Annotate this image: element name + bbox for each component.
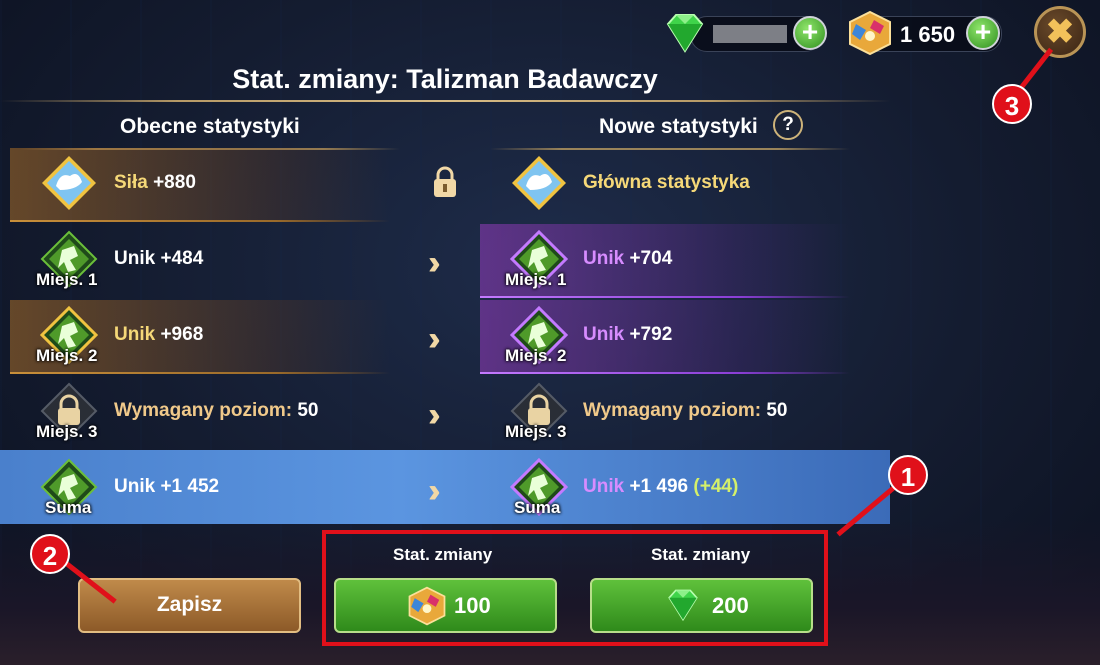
main-stat-icon — [512, 156, 566, 210]
double-arrow-icon: ›› — [428, 320, 440, 358]
slot-label: Miejs. 1 — [36, 270, 98, 289]
callout-badge-2: 2 — [30, 534, 70, 574]
title-divider — [0, 100, 890, 102]
double-arrow-icon: ›› — [428, 244, 440, 282]
reroll-gem-label: Stat. zmiany — [651, 545, 751, 564]
stat-name: Unik — [583, 248, 625, 269]
stat-name: Główna statystyka — [583, 172, 750, 193]
slot-label: Suma — [514, 498, 561, 517]
current-stat: Unik +968 — [114, 324, 203, 346]
double-arrow-icon: ›› — [428, 472, 440, 510]
slot-label: Suma — [45, 498, 92, 517]
gem-balance: + — [690, 16, 827, 52]
stat-value: +968 — [155, 324, 204, 345]
stat-name: Unik — [114, 476, 156, 497]
stat-row-slot-1: Miejs. 1 Unik +484 ›› Miejs. 1 Unik +704 — [0, 224, 890, 298]
double-arrow-icon: ›› — [428, 396, 440, 434]
stat-name: Unik — [583, 476, 625, 497]
stat-value: +704 — [624, 248, 673, 269]
stat-value: 50 — [761, 400, 788, 421]
gem-icon — [666, 14, 704, 53]
stat-value: +792 — [624, 324, 673, 345]
stat-name: Wymagany poziom: — [114, 400, 293, 421]
reroll-gold-label: Stat. zmiany — [393, 545, 493, 564]
stat-row-main: Siła +880 Główna statystyka — [0, 148, 890, 222]
add-gems-button[interactable]: + — [793, 16, 827, 50]
new-stats-heading: Nowe statystyki — [599, 115, 758, 138]
new-stat: Unik +704 — [583, 248, 672, 270]
stat-name: Unik — [583, 324, 625, 345]
current-stat: Siła +880 — [114, 172, 196, 194]
stat-value: 50 — [292, 400, 319, 421]
current-stat: Unik +1 452 — [114, 476, 219, 498]
stat-name: Siła — [114, 172, 148, 193]
reroll-gem-cost: 200 — [712, 593, 749, 618]
stat-bonus: (+44) — [693, 476, 739, 497]
add-gold-button[interactable]: + — [966, 16, 1000, 50]
save-button[interactable]: Zapisz — [78, 578, 301, 633]
main-stat-icon — [42, 156, 96, 210]
new-stat: Unik +792 — [583, 324, 672, 346]
stat-value: +1 496 — [624, 476, 694, 497]
new-stat: Wymagany poziom: 50 — [583, 400, 787, 422]
stat-row-total: Suma Unik +1 452 ›› Suma Unik +1 496 (+4… — [0, 452, 890, 526]
gold-coin-icon — [849, 10, 891, 56]
new-stat: Unik +1 496 (+44) — [583, 476, 738, 498]
slot-label: Miejs. 1 — [505, 270, 567, 289]
slot-label: Miejs. 3 — [505, 422, 567, 441]
stat-row-slot-2: Miejs. 2 Unik +968 ›› Miejs. 2 Unik +792 — [0, 300, 890, 374]
current-stat: Wymagany poziom: 50 — [114, 400, 318, 422]
gold-coin-icon — [408, 586, 446, 626]
slot-label: Miejs. 2 — [36, 346, 98, 365]
reroll-gold-cost: 100 — [454, 593, 491, 618]
page-title: Stat. zmiany: Talizman Badawczy — [232, 64, 658, 94]
gold-amount: 1 650 — [900, 22, 956, 47]
gem-icon — [668, 589, 698, 622]
gem-amount-hidden — [713, 25, 787, 43]
slot-label: Miejs. 2 — [505, 346, 567, 365]
stat-value: +1 452 — [155, 476, 220, 497]
stat-value: +484 — [155, 248, 204, 269]
new-stat: Główna statystyka — [583, 172, 750, 194]
current-stats-heading: Obecne statystyki — [120, 115, 300, 138]
slot-label: Miejs. 3 — [36, 422, 98, 441]
callout-badge-1: 1 — [888, 455, 928, 495]
stat-value: +880 — [147, 172, 196, 193]
stat-name: Unik — [114, 324, 156, 345]
reroll-gem-button[interactable]: 200 — [590, 578, 813, 633]
close-button[interactable]: ✖ — [1034, 6, 1086, 58]
reroll-gold-button[interactable]: 100 — [334, 578, 557, 633]
current-stat: Unik +484 — [114, 248, 203, 270]
lock-icon — [434, 166, 456, 197]
stat-name: Wymagany poziom: — [583, 400, 762, 421]
stat-row-slot-3: Miejs. 3 Wymagany poziom: 50 ›› Miejs. 3… — [0, 376, 890, 450]
callout-badge-3: 3 — [992, 84, 1032, 124]
help-button[interactable]: ? — [773, 110, 803, 140]
close-icon: ✖ — [1045, 13, 1075, 51]
stat-name: Unik — [114, 248, 156, 269]
